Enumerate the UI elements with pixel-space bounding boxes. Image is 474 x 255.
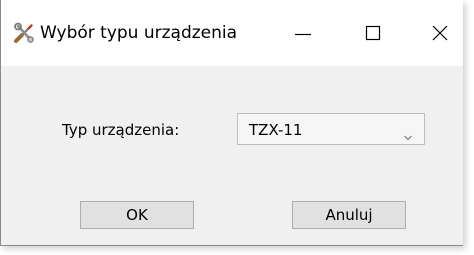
screen: Wybór typu urządzenia Typ urządzenia: TZ… [0,0,474,255]
minimize-button[interactable] [281,14,327,54]
dialog-window: Wybór typu urządzenia Typ urządzenia: TZ… [0,0,463,246]
ok-button[interactable]: OK [80,201,194,229]
maximize-button[interactable] [347,14,393,54]
chevron-down-icon [404,126,412,141]
device-type-value: TZX-11 [249,121,303,139]
tools-icon [13,22,35,44]
device-type-select[interactable]: TZX-11 [237,113,425,145]
close-button[interactable] [415,14,461,54]
device-type-label: Typ urządzenia: [62,121,180,139]
window-title: Wybór typu urządzenia [40,23,238,43]
title-bar[interactable]: Wybór typu urządzenia [1,0,463,66]
cancel-button[interactable]: Anuluj [292,201,406,229]
